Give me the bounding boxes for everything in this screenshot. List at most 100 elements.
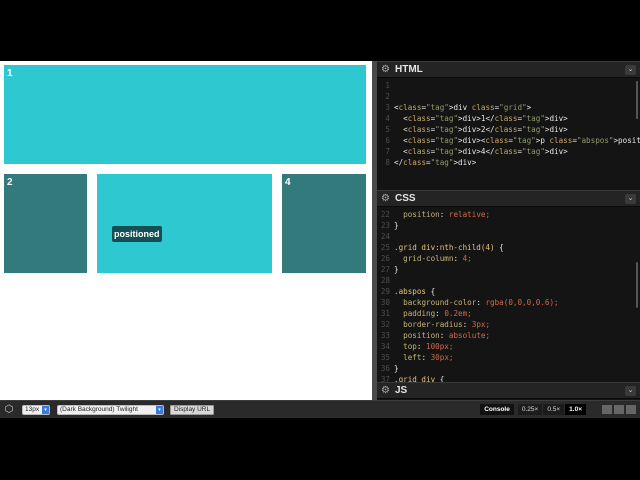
- chevron-down-icon[interactable]: ⌄: [625, 64, 636, 75]
- code-line: 7 <class="tag">div>4</class="tag">div>: [377, 146, 640, 157]
- theme-value: (Dark Background) Twilight: [60, 405, 138, 413]
- grid-cell-4: 4: [282, 174, 366, 273]
- bottom-toolbar: ⬡ 13px ▾ (Dark Background) Twilight ▾ Disp…: [0, 400, 640, 418]
- line-number: 31: [380, 309, 390, 318]
- code-line: 35 left: 30px;: [377, 352, 640, 363]
- line-number: 22: [380, 210, 390, 219]
- code-text: }: [394, 221, 399, 230]
- html-editor-pane: ⚙ HTML ⌄ 1 2 3 <class="tag">div class="grid…: [377, 61, 640, 190]
- code-line: 25 .grid div:nth-child(4) {: [377, 242, 640, 253]
- code-text: position: absolute;: [403, 331, 491, 340]
- line-number: 24: [380, 232, 390, 241]
- css-pane-title: CSS: [395, 193, 416, 204]
- line-number: 7: [385, 147, 390, 156]
- gear-icon[interactable]: ⚙: [381, 64, 395, 75]
- code-line: 22 position: relative;: [377, 209, 640, 220]
- code-line: 32 border-radius: 3px;: [377, 319, 640, 330]
- line-number: 1: [385, 81, 390, 90]
- line-number: 26: [380, 254, 390, 263]
- chevron-down-icon[interactable]: ⌄: [625, 385, 636, 396]
- font-size-select[interactable]: 13px ▾: [22, 404, 50, 415]
- layout-right-icon[interactable]: [626, 405, 636, 414]
- chevron-down-icon: ▾: [42, 405, 49, 414]
- code-line: 24: [377, 231, 640, 242]
- zoom-025-button[interactable]: 0.25×: [517, 404, 543, 415]
- zoom-05-button[interactable]: 0.5×: [543, 404, 565, 415]
- line-number: 3: [385, 103, 390, 112]
- code-text: <class="tag">div>1</class="tag">div>: [394, 114, 568, 123]
- cell-label: 4: [285, 177, 291, 188]
- line-number: 27: [380, 265, 390, 274]
- css-code-editor[interactable]: 22 position: relative; 23} 24 25 .grid div:n…: [377, 207, 640, 382]
- line-number: 6: [385, 136, 390, 145]
- line-number: 35: [380, 353, 390, 362]
- chevron-down-icon[interactable]: ⌄: [625, 193, 636, 204]
- code-text: position: relative;: [403, 210, 491, 219]
- code-line: 23}: [377, 220, 640, 231]
- line-number: 2: [385, 92, 390, 101]
- line-number: 36: [380, 364, 390, 373]
- code-line: 31 padding: 0.2em;: [377, 308, 640, 319]
- code-text: }: [394, 364, 399, 373]
- code-text: }: [394, 265, 399, 274]
- letterbox: [0, 418, 640, 480]
- code-text: <class="tag">div><class="tag">p class="a…: [394, 136, 640, 145]
- line-number: 4: [385, 114, 390, 123]
- code-line: 28: [377, 275, 640, 286]
- code-text: background-color: rgba(0,0,0,0.6);: [403, 298, 559, 307]
- html-scrollbar[interactable]: [636, 81, 638, 119]
- line-number: 32: [380, 320, 390, 329]
- code-line: 8 </class="tag">div>: [377, 157, 640, 168]
- line-number: 30: [380, 298, 390, 307]
- code-text: .grid div {: [394, 375, 445, 382]
- console-button[interactable]: Console: [480, 404, 514, 415]
- code-text: top: 100px;: [403, 342, 454, 351]
- codepen-logo-icon[interactable]: ⬡: [3, 404, 15, 416]
- layout-left-icon[interactable]: [602, 405, 612, 414]
- code-line: 34 top: 100px;: [377, 341, 640, 352]
- grid-cell-2: 2: [4, 174, 87, 273]
- line-number: 29: [380, 287, 390, 296]
- positioned-label: positioned: [112, 226, 162, 242]
- line-number: 5: [385, 125, 390, 134]
- code-line: 4 <class="tag">div>1</class="tag">div>: [377, 113, 640, 124]
- zoom-10-button[interactable]: 1.0×: [565, 404, 586, 415]
- code-text: <class="tag">div class="grid">: [394, 103, 532, 112]
- code-text: padding: 0.2em;: [403, 309, 472, 318]
- theme-select[interactable]: (Dark Background) Twilight ▾: [57, 404, 164, 415]
- js-pane-title: JS: [395, 385, 408, 396]
- code-text: .grid div:nth-child(4) {: [394, 243, 504, 252]
- line-number: 33: [380, 331, 390, 340]
- line-number: 37: [380, 375, 390, 382]
- gear-icon[interactable]: ⚙: [381, 193, 395, 204]
- code-line: 29 .abspos {: [377, 286, 640, 297]
- display-url-button[interactable]: Display URL: [170, 404, 215, 415]
- code-line: 37 .grid div {: [377, 374, 640, 382]
- result-preview: 1 2 positioned 4: [0, 61, 372, 400]
- code-line: 27}: [377, 264, 640, 275]
- code-line: 36}: [377, 363, 640, 374]
- css-scrollbar[interactable]: [636, 262, 638, 308]
- code-text: grid-column: 4;: [403, 254, 472, 263]
- html-pane-header: ⚙ HTML ⌄: [377, 61, 640, 78]
- code-text: <class="tag">div>4</class="tag">div>: [394, 147, 568, 156]
- grid-cell-3: positioned: [97, 174, 272, 273]
- html-code-editor[interactable]: 1 2 3 <class="tag">div class="grid"> 4 <clas…: [377, 78, 640, 168]
- line-number: 25: [380, 243, 390, 252]
- css-editor-pane: ⚙ CSS ⌄ 22 position: relative; 23} 24 25 .gr…: [377, 190, 640, 382]
- gear-icon[interactable]: ⚙: [381, 385, 395, 396]
- code-line: 2: [377, 91, 640, 102]
- line-number: 28: [380, 276, 390, 285]
- html-pane-title: HTML: [395, 64, 423, 75]
- css-pane-header: ⚙ CSS ⌄: [377, 190, 640, 207]
- code-line: 3 <class="tag">div class="grid">: [377, 102, 640, 113]
- layout-top-icon[interactable]: [614, 405, 624, 414]
- js-editor-pane: ⚙ JS ⌄: [377, 382, 640, 400]
- chevron-down-icon: ▾: [156, 405, 163, 414]
- code-line: 33 position: absolute;: [377, 330, 640, 341]
- code-line: 5 <class="tag">div>2</class="tag">div>: [377, 124, 640, 135]
- line-number: 34: [380, 342, 390, 351]
- code-line: 6 <class="tag">div><class="tag">p class=…: [377, 135, 640, 146]
- code-text: </class="tag">div>: [394, 158, 477, 167]
- code-text: <class="tag">div>2</class="tag">div>: [394, 125, 568, 134]
